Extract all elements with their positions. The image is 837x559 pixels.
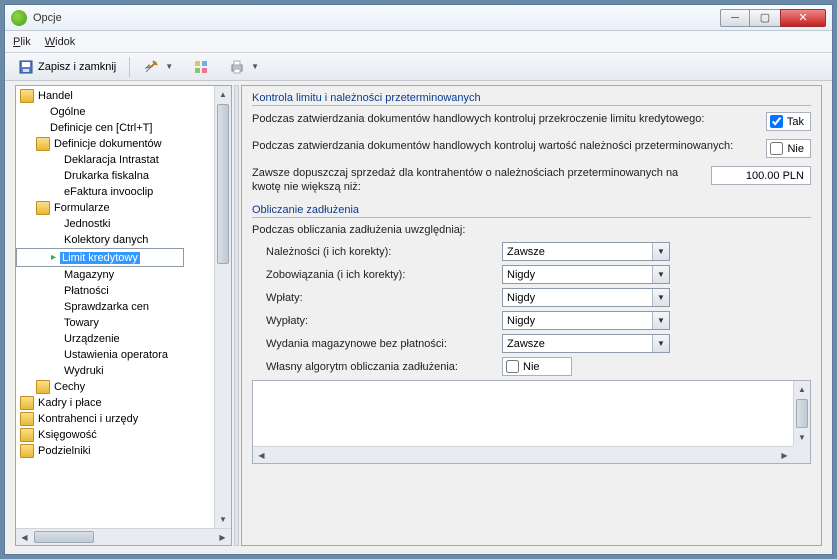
- folder-icon: [20, 396, 34, 410]
- tree-node-kolektory[interactable]: Kolektory danych: [16, 232, 231, 248]
- window-title: Opcje: [33, 12, 720, 24]
- tree-node-limit-kredytowy[interactable]: ▸Limit kredytowy: [16, 248, 184, 267]
- select-withdrawals[interactable]: Nigdy▼: [502, 311, 670, 330]
- select-deposits[interactable]: Nigdy▼: [502, 288, 670, 307]
- tree-horizontal-scrollbar[interactable]: ◀▶: [16, 528, 231, 545]
- menubar: Plik Widok: [5, 31, 832, 53]
- tree-node-definicje-cen[interactable]: Definicje cen [Ctrl+T]: [16, 120, 231, 136]
- folder-icon: [20, 444, 34, 458]
- components-button[interactable]: [186, 56, 216, 78]
- menu-view[interactable]: Widok: [45, 36, 76, 48]
- folder-icon: [20, 412, 34, 426]
- tree-node-ogolne[interactable]: Ogólne: [16, 104, 231, 120]
- toolbar-separator: [129, 57, 130, 77]
- custom-algorithm-textarea[interactable]: ▲▼ ◀▶: [252, 380, 811, 464]
- folder-icon: [36, 201, 50, 215]
- select-receivables[interactable]: Zawsze▼: [502, 242, 670, 261]
- tree-node-drukarka[interactable]: Drukarka fiskalna: [16, 168, 231, 184]
- tree-node-wydruki[interactable]: Wydruki: [16, 363, 231, 379]
- tree-node-handel[interactable]: Handel: [16, 88, 231, 104]
- label-receivables: Należności (i ich korekty):: [266, 246, 502, 258]
- checkbox-input[interactable]: [506, 360, 519, 373]
- tree-node-sprawdzarka[interactable]: Sprawdzarka cen: [16, 299, 231, 315]
- group-debt-calc: Obliczanie zadłużenia Podczas obliczania…: [252, 204, 811, 464]
- dropdown-icon: ▼: [165, 62, 173, 71]
- tree-node-magazyny[interactable]: Magazyny: [16, 267, 231, 283]
- tree-node-podzielniki[interactable]: Podzielniki: [16, 443, 231, 459]
- label-allow-sale-amount: Zawsze dopuszczaj sprzedaż dla kontrahen…: [252, 166, 711, 194]
- save-close-label: Zapisz i zamknij: [38, 61, 116, 73]
- tree-node-jednostki[interactable]: Jednostki: [16, 216, 231, 232]
- horizontal-scrollbar[interactable]: ◀▶: [253, 446, 793, 463]
- checkbox-control-overdue[interactable]: Nie: [766, 139, 811, 158]
- tree-node-ustawienia-op[interactable]: Ustawienia operatora: [16, 347, 231, 363]
- label-control-overdue: Podczas zatwierdzania dokumentów handlow…: [252, 139, 766, 153]
- label-withdrawals: Wypłaty:: [266, 315, 502, 327]
- folder-icon: [20, 428, 34, 442]
- label-warehouse-out: Wydania magazynowe bez płatności:: [266, 338, 502, 350]
- checkbox-custom-algorithm[interactable]: Nie: [502, 357, 572, 376]
- label-control-credit-limit: Podczas zatwierdzania dokumentów handlow…: [252, 112, 766, 126]
- checkbox-control-credit-limit[interactable]: Tak: [766, 112, 811, 131]
- tree-node-intrastat[interactable]: Deklaracja Intrastat: [16, 152, 231, 168]
- label-custom-algorithm: Własny algorytm obliczania zadłużenia:: [266, 361, 502, 373]
- tree-node-urzadzenie[interactable]: Urządzenie: [16, 331, 231, 347]
- menu-file[interactable]: Plik: [13, 36, 31, 48]
- selected-arrow-icon: ▸: [51, 252, 56, 263]
- splitter[interactable]: [234, 85, 239, 546]
- printer-icon: [229, 59, 245, 75]
- print-button[interactable]: ▼: [222, 56, 266, 78]
- vertical-scrollbar[interactable]: ▲▼: [793, 381, 810, 446]
- blocks-icon: [193, 59, 209, 75]
- navigation-tree[interactable]: Handel Ogólne Definicje cen [Ctrl+T] Def…: [15, 85, 232, 546]
- tree-node-efaktura[interactable]: eFaktura invooclip: [16, 184, 231, 200]
- chevron-down-icon: ▼: [652, 289, 669, 306]
- tools-button[interactable]: ▼: [136, 56, 180, 78]
- chevron-down-icon: ▼: [652, 335, 669, 352]
- content-panel: Kontrola limitu i należności przetermino…: [241, 85, 822, 546]
- checkbox-input[interactable]: [770, 142, 783, 155]
- tools-icon: [143, 59, 159, 75]
- app-icon: [11, 10, 27, 26]
- tree-node-ksiegowosc[interactable]: Księgowość: [16, 427, 231, 443]
- group-title: Obliczanie zadłużenia: [252, 204, 811, 218]
- group-title: Kontrola limitu i należności przetermino…: [252, 92, 811, 106]
- group-limit-control: Kontrola limitu i należności przetermino…: [252, 92, 811, 194]
- select-liabilities[interactable]: Nigdy▼: [502, 265, 670, 284]
- dropdown-icon: ▼: [251, 62, 259, 71]
- titlebar[interactable]: Opcje ─ ▢ ✕: [5, 5, 832, 31]
- tree-node-kadry[interactable]: Kadry i płace: [16, 395, 231, 411]
- tree-vertical-scrollbar[interactable]: ▲▼: [214, 86, 231, 528]
- close-button[interactable]: ✕: [780, 9, 826, 27]
- input-allow-sale-amount[interactable]: [711, 166, 811, 185]
- label-liabilities: Zobowiązania (i ich korekty):: [266, 269, 502, 281]
- chevron-down-icon: ▼: [652, 312, 669, 329]
- select-warehouse-out[interactable]: Zawsze▼: [502, 334, 670, 353]
- options-window: Opcje ─ ▢ ✕ Plik Widok Zapisz i zamknij …: [4, 4, 833, 555]
- chevron-down-icon: ▼: [652, 266, 669, 283]
- save-icon: [18, 59, 34, 75]
- maximize-button[interactable]: ▢: [750, 9, 780, 27]
- tree-node-definicje-dokumentow[interactable]: Definicje dokumentów: [16, 136, 231, 152]
- toolbar: Zapisz i zamknij ▼ ▼: [5, 53, 832, 81]
- label-debt-intro: Podczas obliczania zadłużenia uwzględnia…: [252, 224, 811, 236]
- folder-icon: [20, 89, 34, 103]
- tree-node-formularze[interactable]: Formularze: [16, 200, 231, 216]
- scroll-corner: [793, 446, 810, 463]
- tree-node-kontrahenci[interactable]: Kontrahenci i urzędy: [16, 411, 231, 427]
- tree-node-cechy[interactable]: Cechy: [16, 379, 231, 395]
- checkbox-input[interactable]: [770, 115, 783, 128]
- minimize-button[interactable]: ─: [720, 9, 750, 27]
- folder-icon: [36, 137, 50, 151]
- tree-node-platnosci[interactable]: Płatności: [16, 283, 231, 299]
- label-deposits: Wpłaty:: [266, 292, 502, 304]
- folder-icon: [36, 380, 50, 394]
- chevron-down-icon: ▼: [652, 243, 669, 260]
- tree-node-towary[interactable]: Towary: [16, 315, 231, 331]
- save-and-close-button[interactable]: Zapisz i zamknij: [11, 56, 123, 78]
